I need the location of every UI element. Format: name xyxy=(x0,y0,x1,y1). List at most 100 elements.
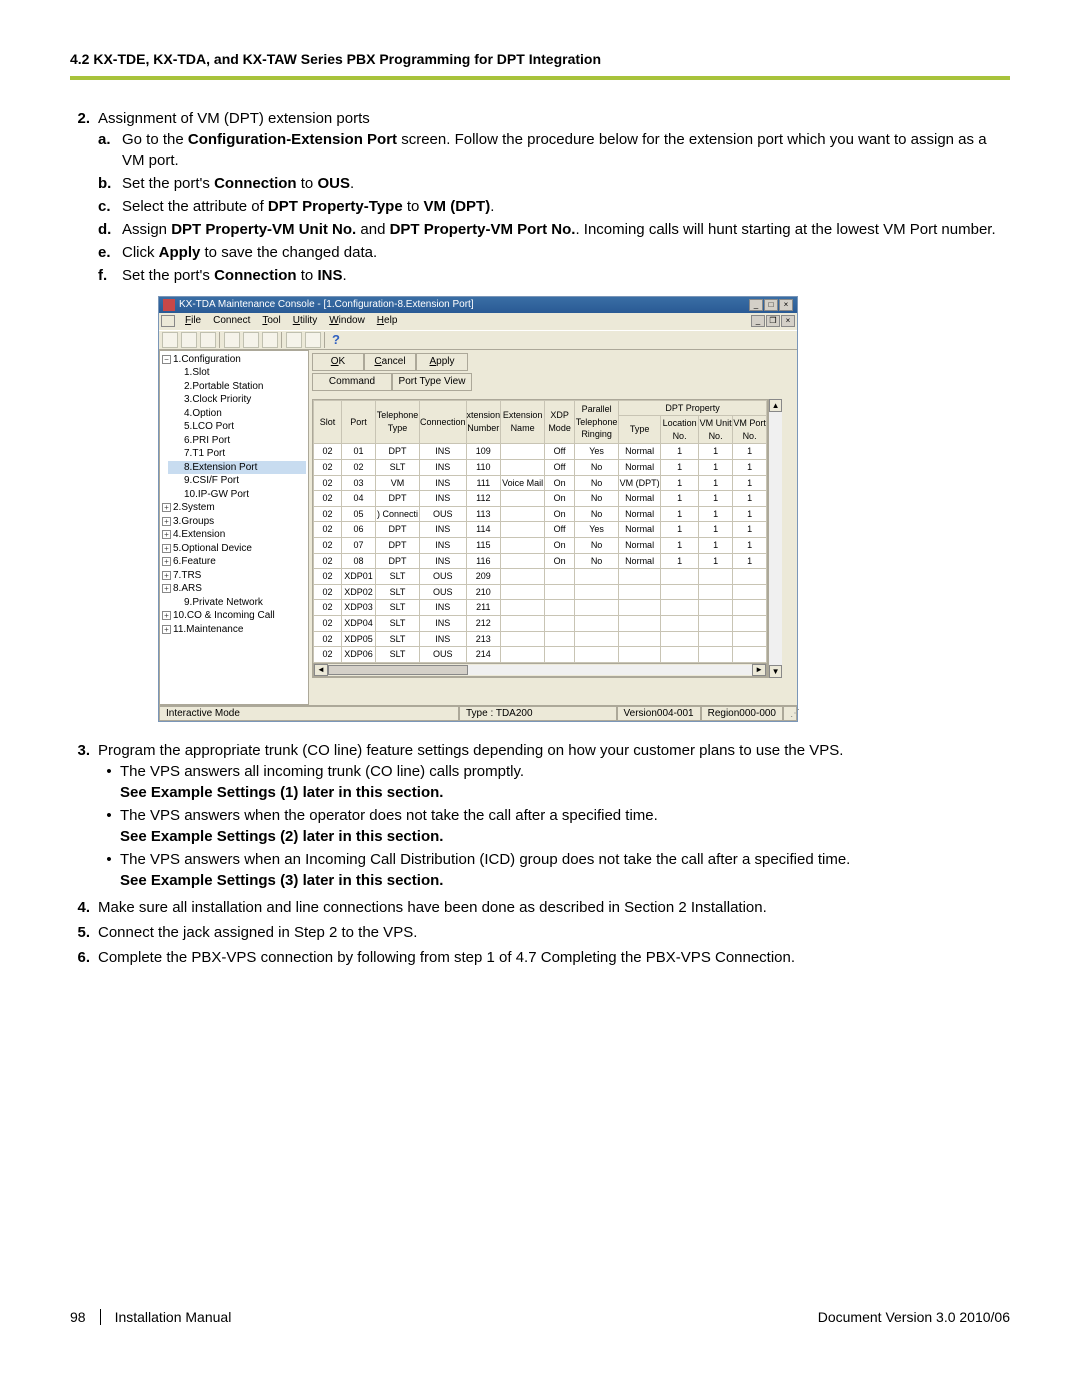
tree-item[interactable]: 5.LCO Port xyxy=(184,421,234,432)
table-cell[interactable]: 1 xyxy=(699,537,733,553)
toolbar-paste-icon[interactable] xyxy=(262,332,278,348)
mdi-restore-button[interactable]: ❐ xyxy=(766,315,780,327)
table-cell[interactable]: 02 xyxy=(314,475,342,491)
table-cell[interactable]: Off xyxy=(545,459,575,475)
expand-icon[interactable]: + xyxy=(162,571,171,580)
table-cell[interactable]: 02 xyxy=(314,506,342,522)
table-cell[interactable] xyxy=(619,615,661,631)
scroll-up-icon[interactable]: ▲ xyxy=(769,399,782,412)
table-cell[interactable]: Normal xyxy=(619,553,661,569)
toolbar-save-icon[interactable] xyxy=(200,332,216,348)
table-cell[interactable]: SLT xyxy=(376,584,420,600)
table-cell[interactable]: 02 xyxy=(314,459,342,475)
table-cell[interactable]: SLT xyxy=(376,569,420,585)
tree-item[interactable]: 6.PRI Port xyxy=(184,435,230,446)
tree-item[interactable]: 5.Optional Device xyxy=(173,543,252,554)
menu-help[interactable]: Help xyxy=(371,314,404,328)
table-cell[interactable] xyxy=(575,631,619,647)
table-cell[interactable]: DPT xyxy=(376,537,420,553)
table-cell[interactable]: 1 xyxy=(661,459,699,475)
toolbar-help-icon[interactable]: ? xyxy=(329,331,343,349)
table-cell[interactable] xyxy=(733,615,767,631)
table-cell[interactable]: 1 xyxy=(661,475,699,491)
table-cell[interactable] xyxy=(575,647,619,663)
table-cell[interactable] xyxy=(661,631,699,647)
table-cell[interactable] xyxy=(501,522,545,538)
table-cell[interactable]: DPT xyxy=(376,491,420,507)
table-cell[interactable] xyxy=(501,584,545,600)
toolbar-copy-icon[interactable] xyxy=(243,332,259,348)
table-cell[interactable]: OUS xyxy=(420,569,467,585)
table-cell[interactable]: XDP05 xyxy=(342,631,376,647)
toolbar-new-icon[interactable] xyxy=(162,332,178,348)
table-cell[interactable] xyxy=(545,600,575,616)
table-cell[interactable] xyxy=(661,647,699,663)
table-cell[interactable] xyxy=(501,506,545,522)
table-cell[interactable]: 110 xyxy=(466,459,501,475)
table-cell[interactable] xyxy=(501,615,545,631)
table-cell[interactable] xyxy=(733,584,767,600)
table-cell[interactable]: Voice Mail xyxy=(501,475,545,491)
table-row[interactable]: 02XDP06SLTOUS214 xyxy=(314,647,767,663)
table-cell[interactable] xyxy=(501,444,545,460)
table-cell[interactable] xyxy=(575,584,619,600)
toolbar-cut-icon[interactable] xyxy=(224,332,240,348)
table-cell[interactable]: 113 xyxy=(466,506,501,522)
scroll-right-icon[interactable]: ► xyxy=(752,664,766,676)
table-cell[interactable]: 1 xyxy=(661,537,699,553)
maximize-button[interactable]: □ xyxy=(764,299,778,311)
menu-window[interactable]: Window xyxy=(323,314,371,328)
table-cell[interactable]: INS xyxy=(420,475,467,491)
table-cell[interactable]: 211 xyxy=(466,600,501,616)
table-cell[interactable]: XDP03 xyxy=(342,600,376,616)
table-cell[interactable] xyxy=(661,615,699,631)
table-cell[interactable]: INS xyxy=(420,631,467,647)
extension-port-table[interactable]: Slot Port Telephone Type Connection xten… xyxy=(313,400,767,663)
table-cell[interactable]: INS xyxy=(420,522,467,538)
tree-item[interactable]: 10.CO & Incoming Call xyxy=(173,610,275,621)
table-cell[interactable]: INS xyxy=(420,444,467,460)
table-cell[interactable] xyxy=(699,647,733,663)
table-cell[interactable]: 1 xyxy=(661,553,699,569)
table-row[interactable]: 0201DPTINS109OffYesNormal111 xyxy=(314,444,767,460)
table-cell[interactable] xyxy=(545,584,575,600)
apply-button[interactable]: Apply xyxy=(416,353,468,371)
port-type-view-button[interactable]: Port Type View xyxy=(392,373,472,391)
scroll-down-icon[interactable]: ▼ xyxy=(769,665,782,678)
ok-button[interactable]: OK xyxy=(312,353,364,371)
table-cell[interactable]: 01 xyxy=(342,444,376,460)
table-cell[interactable]: Yes xyxy=(575,444,619,460)
table-row[interactable]: 0208DPTINS116OnNoNormal111 xyxy=(314,553,767,569)
scroll-left-icon[interactable]: ◄ xyxy=(314,664,328,676)
table-cell[interactable]: 114 xyxy=(466,522,501,538)
table-cell[interactable]: INS xyxy=(420,491,467,507)
table-cell[interactable]: 03 xyxy=(342,475,376,491)
table-cell[interactable]: On xyxy=(545,475,575,491)
table-cell[interactable]: 213 xyxy=(466,631,501,647)
expand-icon[interactable]: + xyxy=(162,544,171,553)
table-cell[interactable]: 02 xyxy=(314,444,342,460)
table-cell[interactable] xyxy=(733,647,767,663)
table-cell[interactable] xyxy=(733,600,767,616)
expand-icon[interactable]: + xyxy=(162,611,171,620)
table-cell[interactable] xyxy=(501,647,545,663)
table-cell[interactable] xyxy=(661,600,699,616)
table-cell[interactable] xyxy=(733,631,767,647)
table-cell[interactable]: 210 xyxy=(466,584,501,600)
table-cell[interactable]: On xyxy=(545,491,575,507)
table-cell[interactable]: 1 xyxy=(661,522,699,538)
table-cell[interactable]: XDP02 xyxy=(342,584,376,600)
tree-item[interactable]: 3.Groups xyxy=(173,516,214,527)
table-cell[interactable]: Normal xyxy=(619,506,661,522)
table-cell[interactable] xyxy=(619,647,661,663)
table-cell[interactable]: 1 xyxy=(661,444,699,460)
table-cell[interactable]: 1 xyxy=(699,459,733,475)
tree-item[interactable]: 11.Maintenance xyxy=(173,624,243,635)
toolbar-open-icon[interactable] xyxy=(181,332,197,348)
table-cell[interactable] xyxy=(501,569,545,585)
table-cell[interactable]: 02 xyxy=(314,522,342,538)
table-cell[interactable]: 06 xyxy=(342,522,376,538)
horizontal-scrollbar[interactable]: ◄ ► xyxy=(313,663,767,677)
table-cell[interactable]: 1 xyxy=(699,553,733,569)
table-cell[interactable]: 02 xyxy=(342,459,376,475)
